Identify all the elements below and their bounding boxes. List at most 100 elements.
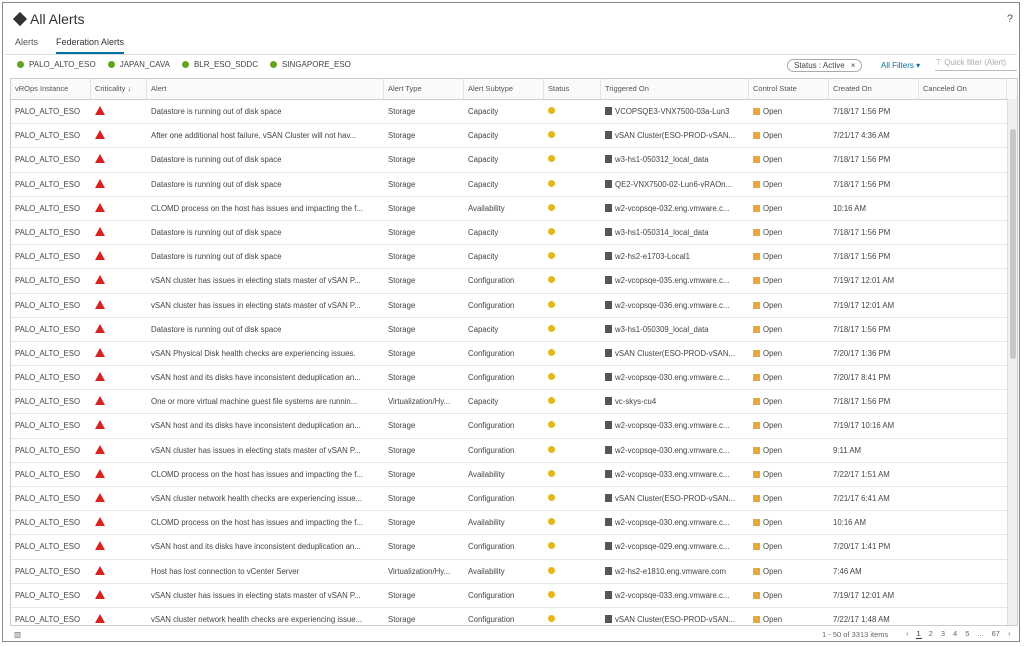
table-row[interactable]: PALO_ALTO_ESO CLOMD process on the host h…: [11, 511, 1017, 536]
column-header[interactable]: Alert Subtype: [464, 79, 544, 99]
page-link[interactable]: 67: [991, 629, 1001, 639]
cell-alert-link[interactable]: Datastore is running out of disk space: [147, 148, 384, 171]
cell-triggered-on[interactable]: w3-hs1-050312_local_data: [601, 148, 749, 171]
column-header[interactable]: Alert Type: [384, 79, 464, 99]
cell-alert-link[interactable]: Datastore is running out of disk space: [147, 245, 384, 268]
table-row[interactable]: PALO_ALTO_ESO vSAN cluster has issues in …: [11, 294, 1017, 318]
cell-alert-link[interactable]: Datastore is running out of disk space: [147, 221, 384, 244]
table-row[interactable]: PALO_ALTO_ESO vSAN cluster has issues in …: [11, 269, 1017, 294]
instance-item[interactable]: PALO_ALTO_ESO: [17, 60, 96, 69]
cell-alert-link[interactable]: vSAN cluster has issues in electing stat…: [147, 439, 384, 462]
triggered-on-link[interactable]: vSAN Cluster(ESO-PROD-vSAN...: [615, 615, 735, 624]
cell-alert-link[interactable]: CLOMD process on the host has issues and…: [147, 463, 384, 486]
tab-federation-alerts[interactable]: Federation Alerts: [56, 37, 125, 54]
page-link[interactable]: 1: [915, 629, 922, 639]
cell-alert-link[interactable]: CLOMD process on the host has issues and…: [147, 197, 384, 220]
table-row[interactable]: PALO_ALTO_ESO Datastore is running out of…: [11, 148, 1017, 173]
cell-alert-link[interactable]: CLOMD process on the host has issues and…: [147, 511, 384, 534]
cell-alert-link[interactable]: One or more virtual machine guest file s…: [147, 390, 384, 413]
table-row[interactable]: PALO_ALTO_ESO vSAN cluster has issues in …: [11, 584, 1017, 608]
cell-triggered-on[interactable]: w2-hs2-e1810.eng.vmware.com: [601, 560, 749, 583]
table-row[interactable]: PALO_ALTO_ESO Datastore is running out of…: [11, 318, 1017, 342]
cell-alert-link[interactable]: vSAN host and its disks have inconsisten…: [147, 414, 384, 437]
column-header[interactable]: Canceled On: [919, 79, 1007, 99]
cell-triggered-on[interactable]: QE2-VNX7500-02-Lun6-vRAOn...: [601, 173, 749, 196]
triggered-on-link[interactable]: w2-vcopsqe-030.eng.vmware.c...: [615, 446, 729, 455]
cell-triggered-on[interactable]: w2-vcopsqe-030.eng.vmware.c...: [601, 366, 749, 389]
cell-alert-link[interactable]: vSAN cluster network health checks are e…: [147, 487, 384, 510]
cell-triggered-on[interactable]: vSAN Cluster(ESO-PROD-vSAN...: [601, 487, 749, 510]
triggered-on-link[interactable]: w2-vcopsqe-033.eng.vmware.c...: [615, 470, 729, 479]
triggered-on-link[interactable]: w2-hs2-e1810.eng.vmware.com: [615, 567, 726, 576]
triggered-on-link[interactable]: vSAN Cluster(ESO-PROD-vSAN...: [615, 494, 735, 503]
triggered-on-link[interactable]: w2-vcopsqe-032.eng.vmware.c...: [615, 204, 729, 213]
column-header[interactable]: Triggered On: [601, 79, 749, 99]
cell-triggered-on[interactable]: vSAN Cluster(ESO-PROD-vSAN...: [601, 608, 749, 625]
cell-triggered-on[interactable]: w2-vcopsqe-032.eng.vmware.c...: [601, 197, 749, 220]
instance-item[interactable]: JAPAN_CAVA: [107, 60, 170, 69]
column-header[interactable]: vROps Instance: [11, 79, 91, 99]
cell-alert-link[interactable]: Datastore is running out of disk space: [147, 173, 384, 196]
cell-triggered-on[interactable]: w2-vcopsqe-035.eng.vmware.c...: [601, 269, 749, 292]
table-row[interactable]: PALO_ALTO_ESO Datastore is running out of…: [11, 173, 1017, 197]
triggered-on-link[interactable]: w2-vcopsqe-035.eng.vmware.c...: [615, 276, 729, 285]
cell-alert-link[interactable]: After one additional host failure, vSAN …: [147, 124, 384, 147]
column-header[interactable]: Alert: [147, 79, 384, 99]
table-row[interactable]: PALO_ALTO_ESO vSAN Physical Disk health c…: [11, 342, 1017, 367]
triggered-on-link[interactable]: w3-hs1-050312_local_data: [615, 155, 709, 164]
help-icon[interactable]: ?: [1007, 13, 1013, 25]
table-row[interactable]: PALO_ALTO_ESO vSAN cluster network health…: [11, 487, 1017, 512]
table-row[interactable]: PALO_ALTO_ESO vSAN cluster has issues in …: [11, 439, 1017, 463]
triggered-on-link[interactable]: w2-vcopsqe-030.eng.vmware.c...: [615, 518, 729, 527]
triggered-on-link[interactable]: w2-vcopsqe-029.eng.vmware.c...: [615, 542, 729, 551]
cell-alert-link[interactable]: vSAN cluster has issues in electing stat…: [147, 294, 384, 317]
cell-alert-link[interactable]: Datastore is running out of disk space: [147, 318, 384, 341]
cell-alert-link[interactable]: vSAN host and its disks have inconsisten…: [147, 535, 384, 558]
instance-item[interactable]: BLR_ESO_SDDC: [181, 60, 258, 69]
cell-triggered-on[interactable]: vSAN Cluster(ESO-PROD-vSAN...: [601, 124, 749, 147]
table-row[interactable]: PALO_ALTO_ESO vSAN host and its disks hav…: [11, 414, 1017, 439]
cell-triggered-on[interactable]: w2-vcopsqe-030.eng.vmware.c...: [601, 439, 749, 462]
cell-triggered-on[interactable]: w2-vcopsqe-029.eng.vmware.c...: [601, 535, 749, 558]
column-toggle-icon[interactable]: ▥: [14, 630, 21, 639]
cell-triggered-on[interactable]: VCOPSQE3-VNX7500-03a-Lun3: [601, 100, 749, 123]
cell-alert-link[interactable]: vSAN Physical Disk health checks are exp…: [147, 342, 384, 365]
cell-triggered-on[interactable]: w3-hs1-050314_local_data: [601, 221, 749, 244]
quick-filter-input[interactable]: ⊤ Quick filter (Alert): [935, 58, 1017, 71]
cell-triggered-on[interactable]: w2-vcopsqe-030.eng.vmware.c...: [601, 511, 749, 534]
cell-triggered-on[interactable]: vc-skys-cu4: [601, 390, 749, 413]
cell-alert-link[interactable]: vSAN cluster has issues in electing stat…: [147, 269, 384, 292]
triggered-on-link[interactable]: vSAN Cluster(ESO-PROD-vSAN...: [615, 131, 735, 140]
table-row[interactable]: PALO_ALTO_ESO Datastore is running out of…: [11, 221, 1017, 246]
triggered-on-link[interactable]: QE2-VNX7500-02-Lun6-vRAOn...: [615, 180, 732, 189]
table-row[interactable]: PALO_ALTO_ESO Datastore is running out of…: [11, 245, 1017, 270]
cell-alert-link[interactable]: vSAN host and its disks have inconsisten…: [147, 366, 384, 389]
table-row[interactable]: PALO_ALTO_ESO Host has lost connection to…: [11, 560, 1017, 584]
page-link[interactable]: 3: [940, 629, 946, 639]
triggered-on-link[interactable]: w3-hs1-050309_local_data: [615, 325, 709, 334]
triggered-on-link[interactable]: w2-vcopsqe-030.eng.vmware.c...: [615, 373, 729, 382]
vertical-scrollbar[interactable]: [1007, 99, 1017, 625]
cell-alert-link[interactable]: Datastore is running out of disk space: [147, 100, 384, 123]
table-row[interactable]: PALO_ALTO_ESO CLOMD process on the host h…: [11, 463, 1017, 487]
page-link[interactable]: 2: [928, 629, 934, 639]
tab-alerts[interactable]: Alerts: [15, 37, 38, 54]
page-link[interactable]: 5: [964, 629, 970, 639]
cell-triggered-on[interactable]: w2-vcopsqe-033.eng.vmware.c...: [601, 584, 749, 607]
table-row[interactable]: PALO_ALTO_ESO CLOMD process on the host h…: [11, 197, 1017, 221]
table-row[interactable]: PALO_ALTO_ESO vSAN cluster network health…: [11, 608, 1017, 625]
cell-alert-link[interactable]: vSAN cluster network health checks are e…: [147, 608, 384, 625]
triggered-on-link[interactable]: vSAN Cluster(ESO-PROD-vSAN...: [615, 349, 735, 358]
next-page-button[interactable]: ›: [1007, 629, 1012, 639]
prev-page-button[interactable]: ‹: [905, 629, 910, 639]
triggered-on-link[interactable]: w2-vcopsqe-036.eng.vmware.c...: [615, 301, 729, 310]
column-header[interactable]: Status: [544, 79, 601, 99]
column-header[interactable]: Created On: [829, 79, 919, 99]
cell-alert-link[interactable]: vSAN cluster has issues in electing stat…: [147, 584, 384, 607]
instance-item[interactable]: SINGAPORE_ESO: [269, 60, 351, 69]
cell-triggered-on[interactable]: w2-vcopsqe-033.eng.vmware.c...: [601, 414, 749, 437]
column-header[interactable]: Criticality ↓: [91, 79, 147, 99]
table-row[interactable]: PALO_ALTO_ESO vSAN host and its disks hav…: [11, 535, 1017, 560]
triggered-on-link[interactable]: w3-hs1-050314_local_data: [615, 228, 709, 237]
triggered-on-link[interactable]: VCOPSQE3-VNX7500-03a-Lun3: [615, 107, 729, 116]
